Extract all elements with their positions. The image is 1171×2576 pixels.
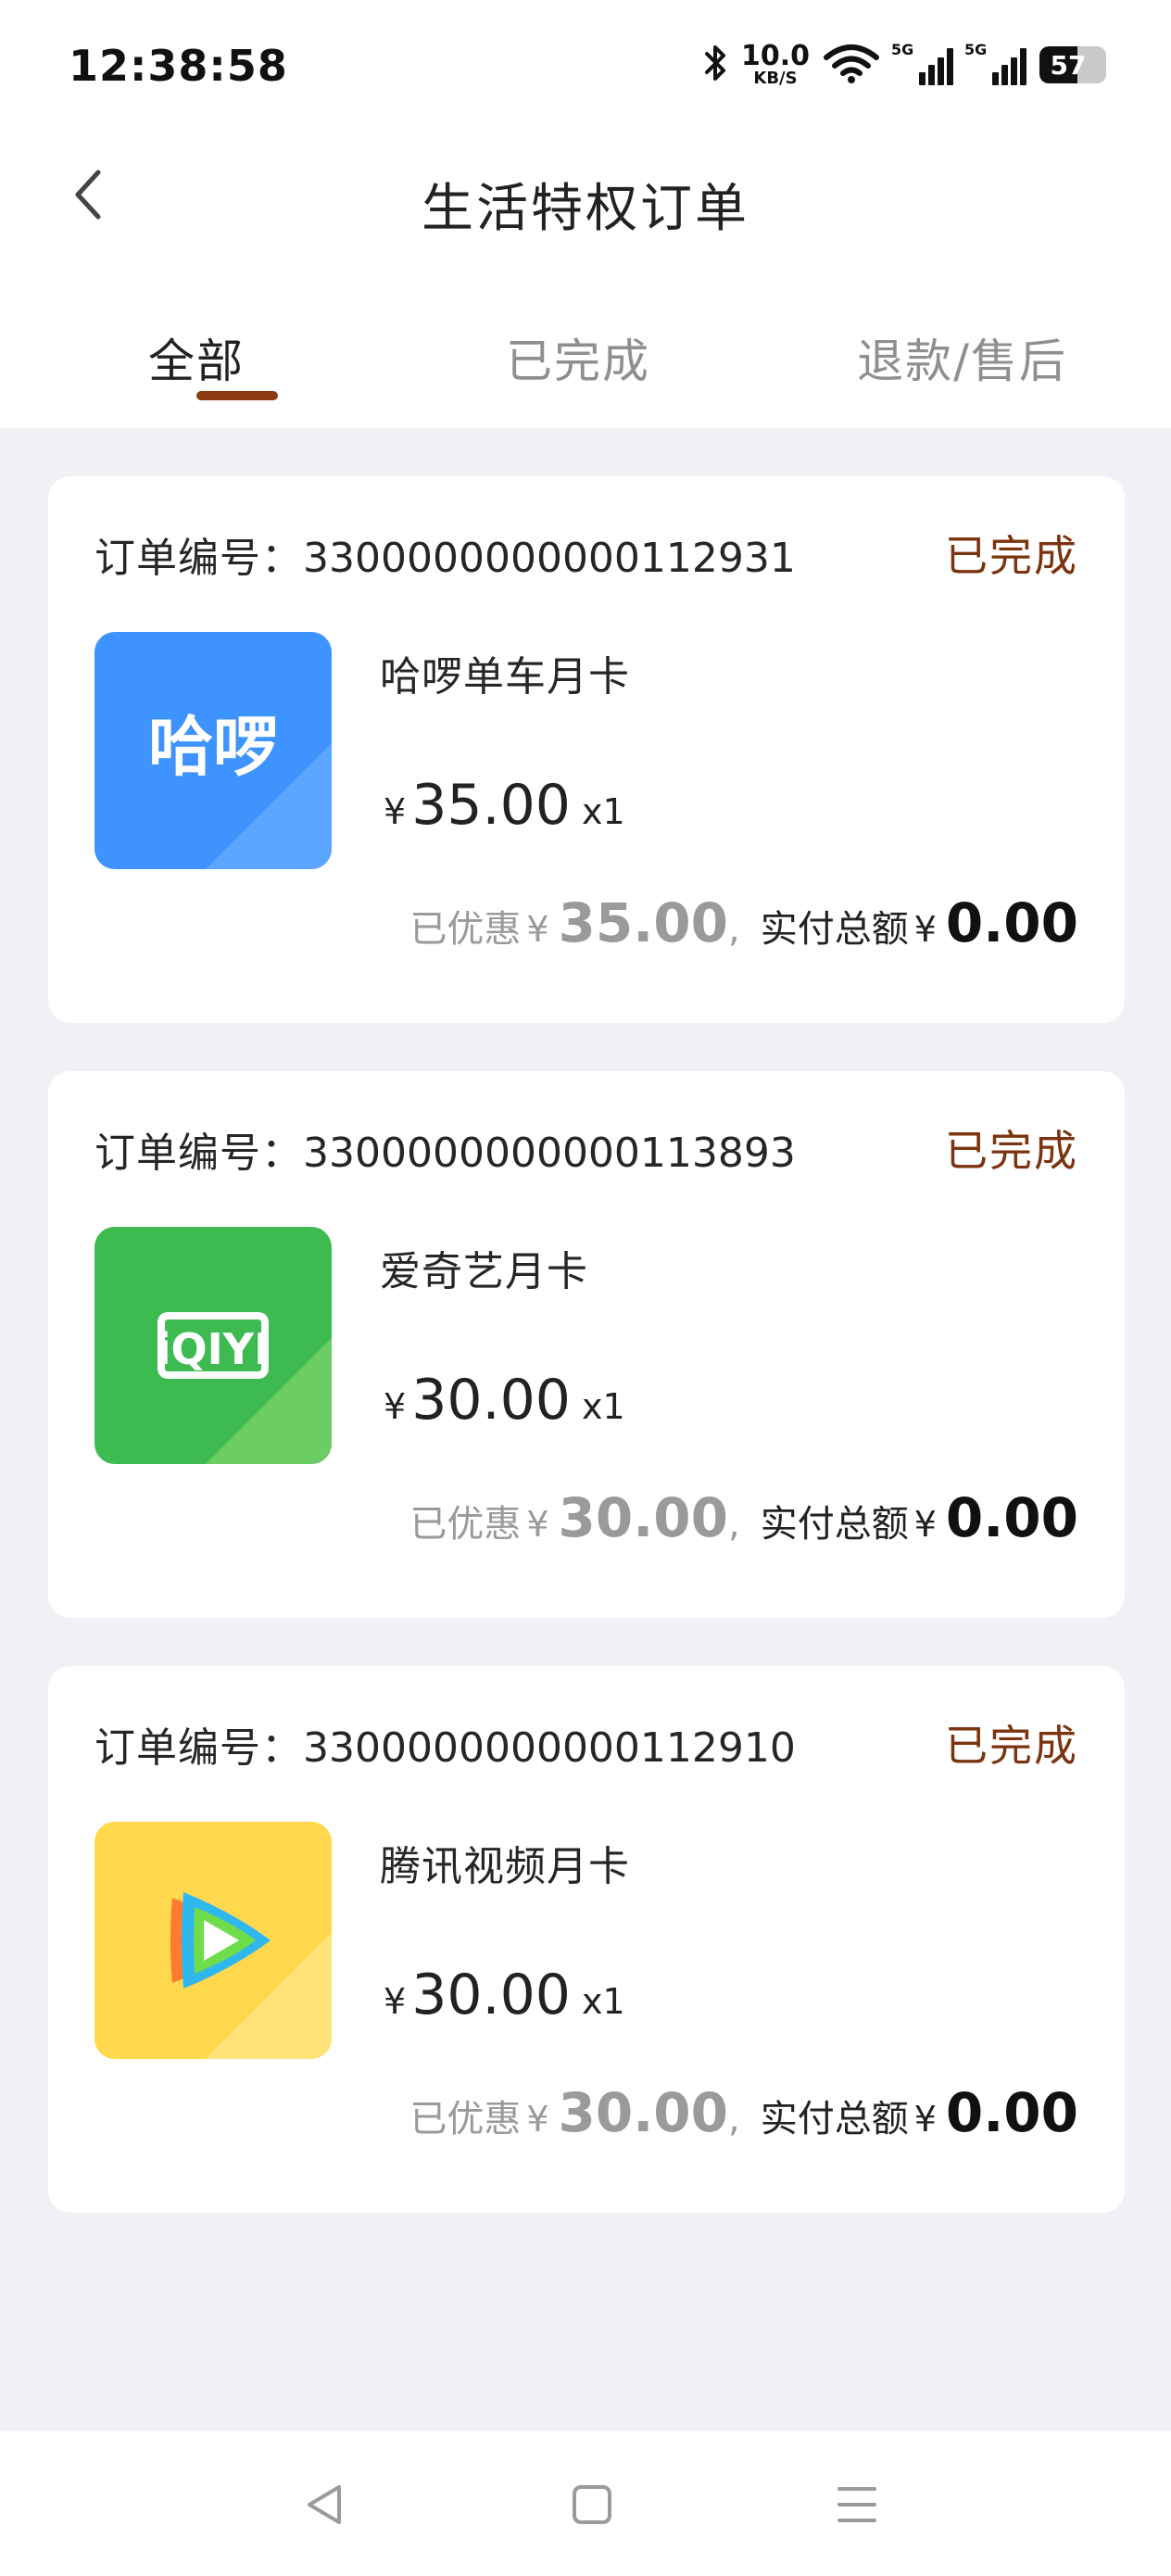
paid-amount: 0.00 — [945, 891, 1078, 954]
battery-level: 57 — [1050, 49, 1087, 81]
bluetooth-icon — [704, 43, 728, 87]
discount-label: 已优惠 — [409, 2098, 522, 2140]
discount-amount: 30.00 — [558, 2081, 728, 2144]
paid-label: 实付总额 — [760, 1503, 909, 1546]
page-title: 生活特权订单 — [422, 179, 749, 239]
hellobike-logo-icon: 哈啰 — [94, 632, 332, 869]
unit-price: ¥ 30.00 x1 — [384, 1963, 625, 2027]
signal-5g-icon: 5G — [964, 41, 1026, 85]
order-number-value: 3300000000000113893 — [303, 1130, 796, 1177]
system-navigation-bar — [0, 2431, 1171, 2576]
status-time: 12:38:58 — [69, 41, 288, 91]
paid-amount: 0.00 — [945, 1486, 1078, 1549]
quantity: x1 — [581, 791, 625, 832]
order-tabs: 全部 已完成 退款/售后 — [0, 297, 1171, 428]
order-card[interactable]: 订单编号：3300000000000113893 已完成 iQIYI 爱奇艺月卡… — [48, 1071, 1125, 1618]
discount-label: 已优惠 — [409, 1503, 522, 1546]
order-summary: 已优惠 ¥ 35.00 , 实付总额 ¥ 0.00 — [409, 891, 1078, 954]
svg-text:iQIYI: iQIYI — [157, 1324, 270, 1374]
order-number: 订单编号：3300000000000112931 — [94, 524, 796, 584]
order-status: 已完成 — [945, 1721, 1078, 1771]
order-status: 已完成 — [945, 531, 1078, 581]
price-amount: 30.00 — [411, 1368, 571, 1433]
status-bar: 12:38:58 10.0 KB/S 5G 5G 57 — [0, 0, 1171, 139]
order-number-label: 订单编号： — [94, 535, 303, 582]
net-speed-value: 10.0 — [740, 40, 810, 72]
tab-completed[interactable]: 已完成 — [393, 297, 763, 428]
menu-lines-icon[interactable] — [825, 2472, 889, 2537]
unit-price: ¥ 30.00 x1 — [384, 1368, 625, 1433]
price-amount: 30.00 — [411, 1963, 571, 2027]
paid-label: 实付总额 — [760, 2098, 909, 2140]
wifi-icon — [823, 43, 880, 87]
quantity: x1 — [581, 1386, 625, 1427]
order-number: 订单编号：3300000000000113893 — [94, 1119, 796, 1179]
quantity: x1 — [581, 1981, 625, 2022]
tab-label: 已完成 — [506, 335, 650, 388]
order-number-label: 订单编号： — [94, 1130, 303, 1177]
order-number-value: 3300000000000112910 — [303, 1724, 796, 1772]
paid-amount: 0.00 — [945, 2081, 1078, 2144]
product-name: 爱奇艺月卡 — [380, 1248, 588, 1295]
svg-text:哈啰: 哈啰 — [148, 709, 278, 785]
signal-5g-icon: 5G — [891, 41, 953, 85]
tab-active-indicator — [196, 391, 278, 400]
top-panel: 12:38:58 10.0 KB/S 5G 5G 57 生活特权订单 全部 已完… — [0, 0, 1171, 428]
discount-amount: 35.00 — [558, 891, 728, 954]
order-status: 已完成 — [945, 1126, 1078, 1176]
order-number-label: 订单编号： — [94, 1724, 303, 1772]
order-summary: 已优惠 ¥ 30.00 , 实付总额 ¥ 0.00 — [409, 1486, 1078, 1549]
discount-label: 已优惠 — [409, 908, 522, 951]
tab-refund-aftersale[interactable]: 退款/售后 — [763, 297, 1171, 428]
home-square-icon[interactable] — [560, 2472, 624, 2537]
product-name: 哈啰单车月卡 — [380, 653, 630, 701]
product-name: 腾讯视频月卡 — [380, 1843, 630, 1890]
tab-label: 全部 — [148, 335, 245, 388]
paid-label: 实付总额 — [760, 908, 909, 951]
tab-label: 退款/售后 — [857, 335, 1067, 388]
tencent-video-logo-icon — [94, 1822, 332, 2059]
order-number: 订单编号：3300000000000112910 — [94, 1714, 796, 1774]
order-summary: 已优惠 ¥ 30.00 , 实付总额 ¥ 0.00 — [409, 2081, 1078, 2144]
order-card[interactable]: 订单编号：3300000000000112931 已完成 哈啰 哈啰单车月卡 ¥… — [48, 476, 1125, 1023]
net-speed: 10.0 KB/S — [741, 43, 810, 87]
header: 生活特权订单 — [0, 139, 1171, 259]
price-amount: 35.00 — [411, 773, 571, 838]
net-speed-unit: KB/S — [753, 69, 798, 88]
back-triangle-icon[interactable] — [293, 2472, 358, 2537]
status-icons: 10.0 KB/S 5G 5G 57 — [704, 37, 1106, 93]
order-card[interactable]: 订单编号：3300000000000112910 已完成 腾讯视频月卡 ¥ 30… — [48, 1666, 1125, 2213]
order-number-value: 3300000000000112931 — [303, 535, 796, 582]
battery-icon: 57 — [1039, 46, 1106, 83]
discount-amount: 30.00 — [558, 1486, 728, 1549]
tab-all[interactable]: 全部 — [0, 297, 393, 428]
iqiyi-logo-icon: iQIYI — [94, 1227, 332, 1464]
unit-price: ¥ 35.00 x1 — [384, 773, 625, 838]
